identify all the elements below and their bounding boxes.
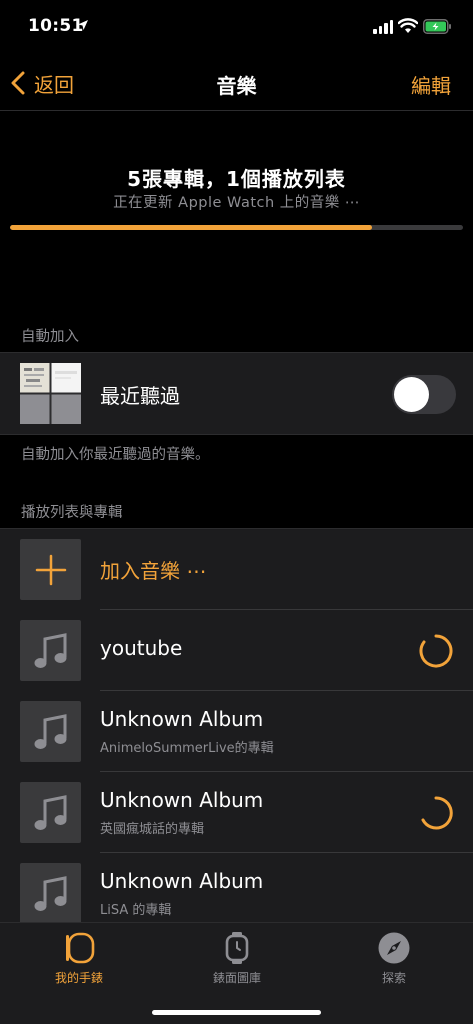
navigation-bar: 返回 音樂 編輯	[0, 56, 473, 111]
add-music-row[interactable]: 加入音樂 ⋯	[0, 529, 473, 610]
item-title: Unknown Album	[100, 707, 264, 731]
auto-add-footer: 自動加入你最近聽過的音樂。	[21, 447, 210, 463]
tab-label: 錶面圖庫	[212, 971, 261, 985]
sync-progress-fill	[10, 225, 373, 230]
cellular-signal-icon	[373, 20, 393, 34]
album-artwork	[20, 863, 81, 924]
page-title: 音樂	[216, 74, 257, 98]
library-group: 加入音樂 ⋯ youtube Unknown Album AnimeloSumm…	[0, 528, 473, 934]
battery-charging-icon	[423, 19, 451, 34]
recently-played-row: 最近聽過	[0, 353, 473, 434]
status-time: 10:51	[28, 16, 84, 36]
edit-button[interactable]: 編輯	[411, 70, 451, 99]
item-title: Unknown Album	[100, 869, 264, 893]
item-subtitle: AnimeloSummerLive的專輯	[100, 741, 274, 756]
auto-add-group: 最近聽過	[0, 352, 473, 435]
sync-progress-bar	[10, 225, 463, 230]
tab-my-watch[interactable]: 我的手錶	[19, 931, 139, 986]
sync-progress-ring-icon	[421, 796, 453, 830]
item-subtitle: 英國瘋城話的專輯	[100, 822, 205, 837]
album-artwork	[20, 701, 81, 762]
toggle-knob	[394, 377, 429, 412]
music-note-icon	[34, 713, 66, 749]
album-artwork	[20, 620, 81, 681]
watch-face-icon	[225, 932, 249, 964]
item-title: Unknown Album	[100, 788, 264, 812]
add-music-label: 加入音樂 ⋯	[100, 559, 207, 583]
tab-label: 探索	[381, 971, 406, 985]
list-item[interactable]: Unknown Album 英國瘋城話的專輯	[0, 772, 473, 853]
status-bar: 10:51	[0, 0, 473, 56]
sync-status: 正在更新 Apple Watch 上的音樂 ⋯	[113, 195, 360, 211]
location-arrow-icon	[78, 20, 88, 30]
recently-played-artwork	[20, 363, 81, 424]
album-grid-icon	[20, 363, 81, 424]
item-title: youtube	[100, 636, 183, 660]
sync-summary: 5張專輯，1個播放列表	[127, 167, 346, 191]
music-note-icon	[34, 632, 66, 668]
library-header: 播放列表與專輯	[21, 505, 123, 521]
album-artwork	[20, 782, 81, 843]
tab-label: 我的手錶	[54, 971, 103, 985]
plus-icon	[35, 554, 66, 585]
tab-discover[interactable]: 探索	[334, 931, 454, 986]
wifi-icon	[398, 18, 418, 33]
tab-bar: 我的手錶 錶面圖庫 探索	[0, 922, 473, 1024]
recently-played-toggle[interactable]	[392, 375, 456, 414]
home-indicator[interactable]	[152, 1010, 321, 1015]
add-music-artwork	[20, 539, 81, 600]
recently-played-title: 最近聽過	[100, 384, 180, 408]
watch-icon	[66, 932, 95, 964]
music-note-icon	[34, 794, 66, 830]
list-item[interactable]: youtube	[0, 610, 473, 691]
tab-face-gallery[interactable]: 錶面圖庫	[177, 931, 297, 986]
auto-add-header: 自動加入	[21, 329, 79, 345]
music-note-icon	[34, 875, 66, 911]
sync-progress-ring-icon	[419, 634, 453, 668]
item-subtitle: LiSA 的專輯	[100, 903, 172, 918]
list-item[interactable]: Unknown Album AnimeloSummerLive的專輯	[0, 691, 473, 772]
compass-icon	[378, 932, 410, 964]
